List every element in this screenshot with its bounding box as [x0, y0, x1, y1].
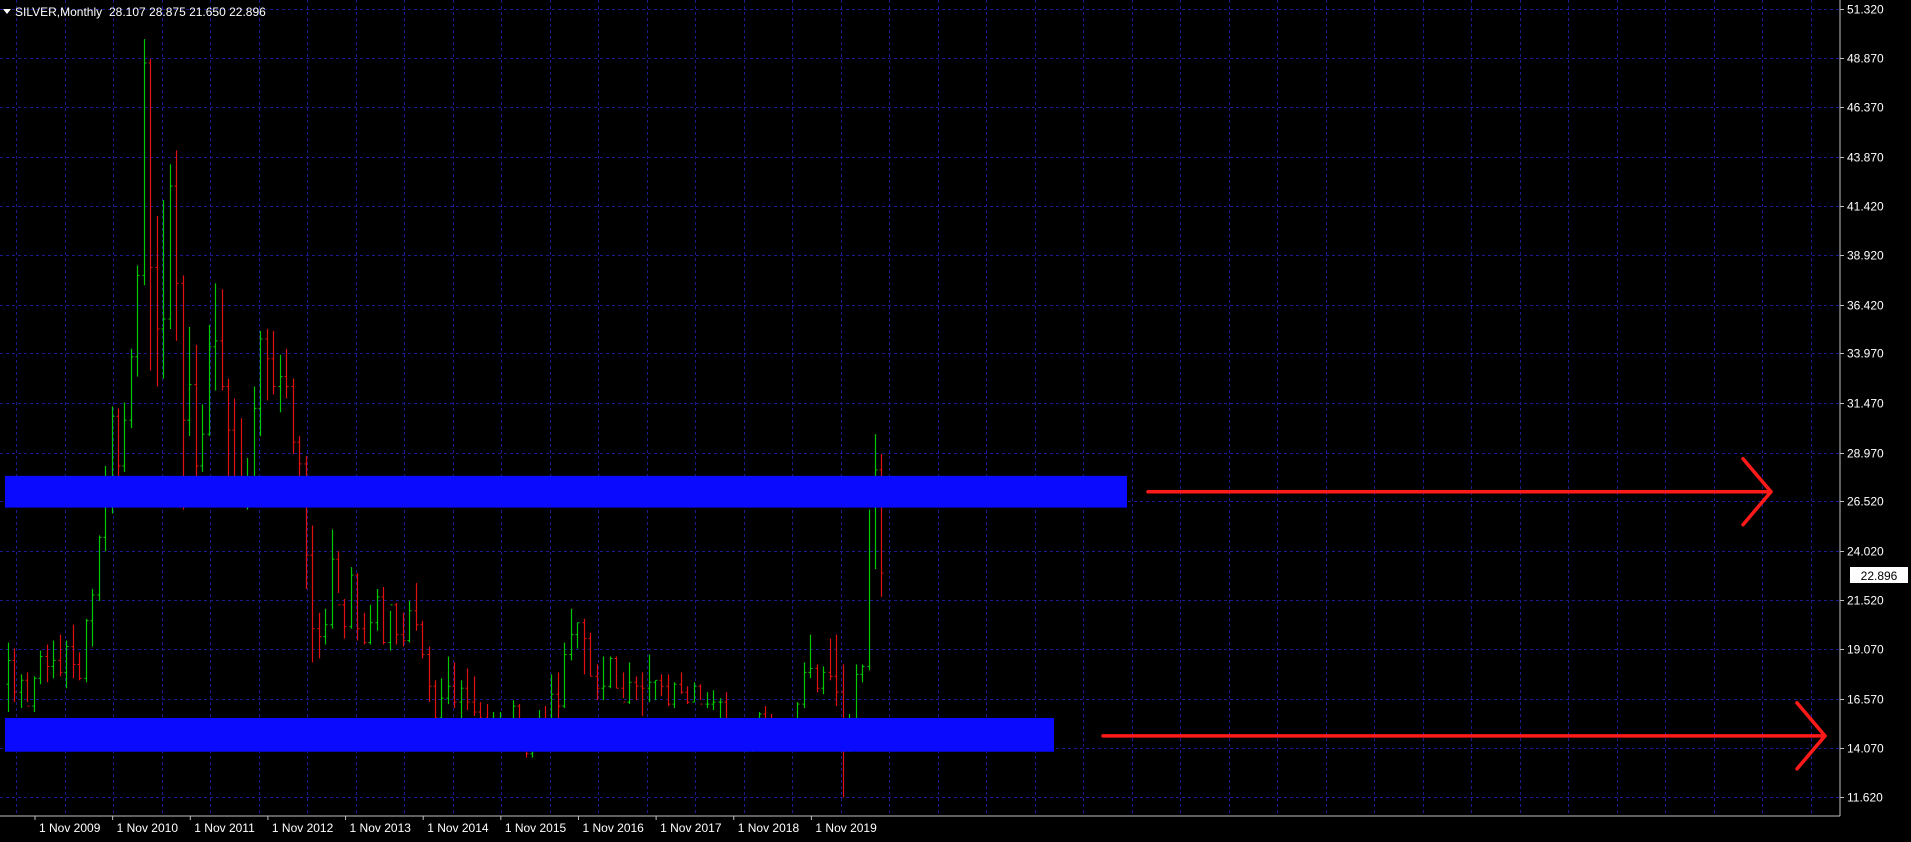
ohlc-values: 28.107 28.875 21.650 22.896: [109, 5, 266, 19]
time-tick-label: 1 Nov 2018: [738, 821, 800, 835]
price-tick-label: 46.370: [1847, 101, 1884, 115]
price-tick-label: 51.320: [1847, 3, 1884, 17]
price-chart[interactable]: 11.620 14.070 16.570 19.070 21.520 24.020 26.5…: [0, 0, 1911, 837]
time-tick-label: 1 Nov 2009: [39, 821, 101, 835]
time-tick-label: 1 Nov 2017: [660, 821, 722, 835]
price-tick-label: 41.420: [1847, 200, 1884, 214]
price-tick-label: 38.920: [1847, 249, 1884, 263]
price-tick-label: 28.970: [1847, 447, 1884, 461]
symbol-label: SILVER,Monthly: [15, 5, 102, 19]
time-tick-label: 1 Nov 2019: [815, 821, 877, 835]
time-tick-label: 1 Nov 2012: [272, 821, 334, 835]
time-tick-label: 1 Nov 2010: [117, 821, 179, 835]
price-tick-label: 31.470: [1847, 397, 1884, 411]
price-tick-label: 24.020: [1847, 545, 1884, 559]
price-tick-label: 19.070: [1847, 643, 1884, 657]
chart-header: SILVER,Monthly 28.107 28.875 21.650 22.8…: [3, 5, 266, 19]
price-zone-rect: [5, 475, 1127, 508]
chart-container[interactable]: 11.620 14.070 16.570 19.070 21.520 24.020 26.5…: [0, 0, 1911, 837]
time-tick-label: 1 Nov 2016: [582, 821, 644, 835]
price-tick-label: 43.870: [1847, 151, 1884, 165]
price-tick-label: 11.620: [1847, 791, 1883, 805]
chart-background: [0, 0, 1911, 837]
current-price-marker: 22.896: [1850, 567, 1908, 583]
price-tick-label: 36.420: [1847, 299, 1884, 313]
price-tick-label: 16.570: [1847, 693, 1884, 707]
time-tick-label: 1 Nov 2013: [350, 821, 412, 835]
price-tick-label: 26.520: [1847, 495, 1884, 509]
time-tick-label: 1 Nov 2014: [427, 821, 489, 835]
price-tick-label: 14.070: [1847, 742, 1884, 756]
price-zone-rect: [5, 718, 1054, 752]
time-tick-label: 1 Nov 2015: [505, 821, 567, 835]
time-tick-label: 1 Nov 2011: [194, 821, 255, 835]
price-tick-label: 48.870: [1847, 52, 1884, 66]
price-tick-label: 21.520: [1847, 594, 1884, 608]
current-price-label: 22.896: [1861, 569, 1898, 583]
price-tick-label: 33.970: [1847, 347, 1884, 361]
